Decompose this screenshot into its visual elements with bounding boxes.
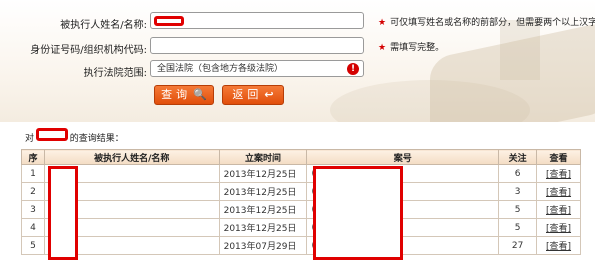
name-hint: ★ 可仅填写姓名或名称的前部分，但需要两个以上汉字, (378, 18, 595, 28)
table-row: 4 2013年12月25日 (201 5 [查看] (21, 218, 581, 237)
view-link[interactable]: [查看] (546, 242, 571, 252)
cell-no: 4 (21, 218, 45, 237)
col-header-case: 案号 (306, 149, 500, 165)
table-row: 1 2013年12月25日 (2014 6 [查看] (21, 164, 581, 183)
required-star: ★ (378, 18, 387, 28)
cell-no: 1 (21, 164, 45, 183)
view-link[interactable]: [查看] (546, 188, 571, 198)
cell-follow: 27 (498, 236, 538, 255)
names-redaction (48, 166, 78, 260)
warning-circle-icon[interactable]: ! (347, 63, 359, 75)
id-hint: ★ 需填写完整。 (378, 43, 445, 53)
cell-no: 5 (21, 236, 45, 255)
cell-no: 2 (21, 182, 45, 201)
cell-date: 2013年12月25日 (218, 164, 308, 183)
col-header-no: 序 (21, 149, 45, 165)
col-header-follow: 关注 (498, 149, 538, 165)
cell-view: [查看] (536, 236, 581, 255)
view-link[interactable]: [查看] (546, 224, 571, 234)
search-form-panel: 被执行人姓名/名称: ★ 可仅填写姓名或名称的前部分，但需要两个以上汉字, 身份证… (0, 0, 595, 122)
cell-date: 2013年12月25日 (218, 182, 308, 201)
cell-view: [查看] (536, 182, 581, 201)
results-table: 序 被执行人姓名/名称 立案时间 案号 关注 查看 1 2013年12月25日 … (21, 149, 581, 255)
name-field-label: 被执行人姓名/名称: (60, 20, 147, 31)
table-row: 2 2013年12月25日 (201 3 [查看] (21, 182, 581, 201)
id-field-label: 身份证号码/组织机构代码: (30, 45, 147, 56)
cell-view: [查看] (536, 218, 581, 237)
cell-date: 2013年12月25日 (218, 200, 308, 219)
view-link[interactable]: [查看] (546, 170, 571, 180)
table-header-row: 序 被执行人姓名/名称 立案时间 案号 关注 查看 (21, 149, 581, 165)
cell-date: 2013年07月29日 (218, 236, 308, 255)
cell-follow: 3 (498, 182, 538, 201)
search-button[interactable]: 查询 🔍 (154, 85, 214, 105)
back-button[interactable]: 返回 ↩ (222, 85, 284, 105)
table-row: 5 2013年07月29日 (201 27 [查看] (21, 236, 581, 255)
background-tower-decoration (500, 20, 540, 80)
cell-follow: 5 (498, 218, 538, 237)
cell-follow: 5 (498, 200, 538, 219)
return-arrow-icon: ↩ (264, 88, 274, 101)
col-header-date: 立案时间 (218, 149, 308, 165)
table-row: 3 2013年12月25日 (201 5 [查看] (21, 200, 581, 219)
case-numbers-redaction (313, 166, 403, 260)
col-header-view: 查看 (536, 149, 581, 165)
cell-view: [查看] (536, 200, 581, 219)
col-header-name: 被执行人姓名/名称 (43, 149, 220, 165)
result-query-redaction (36, 128, 68, 141)
court-range-select[interactable]: 全国法院（包含地方各级法院） (150, 60, 364, 77)
required-star: ★ (378, 43, 387, 53)
cell-view: [查看] (536, 164, 581, 183)
id-number-input[interactable] (150, 37, 364, 54)
magnifier-icon: 🔍 (193, 88, 207, 101)
cell-no: 3 (21, 200, 45, 219)
cell-date: 2013年12月25日 (218, 218, 308, 237)
court-range-label: 执行法院范围: (83, 68, 147, 79)
name-redaction (154, 16, 184, 26)
cell-follow: 6 (498, 164, 538, 183)
view-link[interactable]: [查看] (546, 206, 571, 216)
